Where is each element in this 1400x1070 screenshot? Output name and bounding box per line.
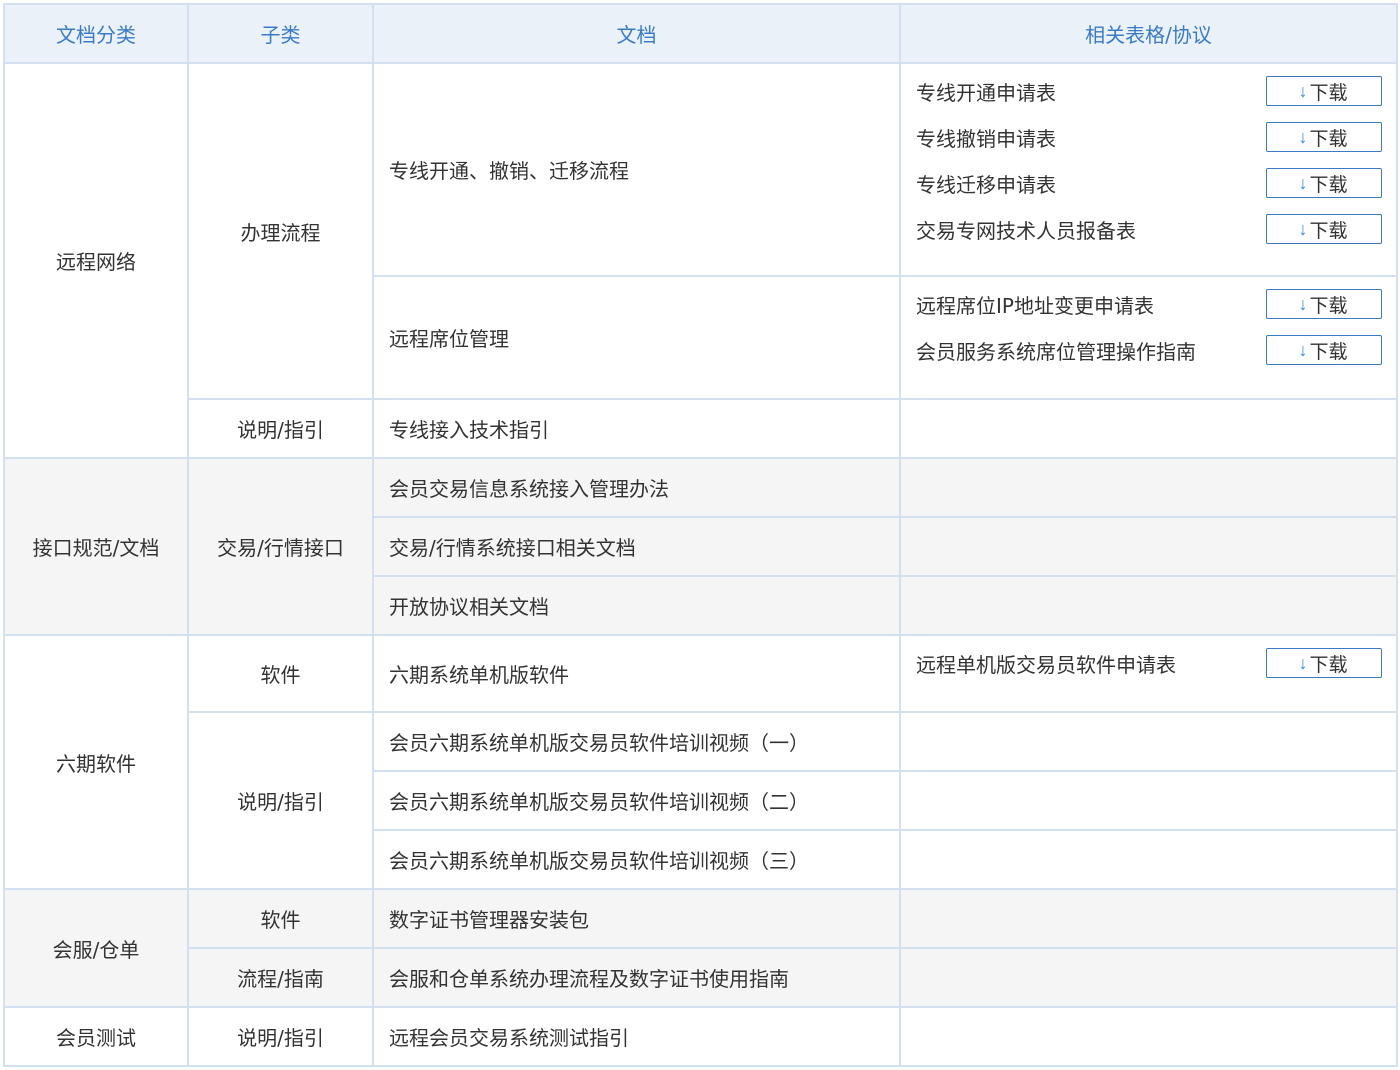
category-cell: 远程网络	[3, 62, 189, 459]
category-cell: 会员测试	[3, 1006, 189, 1067]
form-item: 专线开通申请表 ↓ 下载	[916, 68, 1382, 114]
subcategory-cell: 办理流程	[187, 62, 374, 400]
form-item: 远程席位IP地址变更申请表 ↓ 下载	[916, 281, 1382, 327]
form-name: 会员服务系统席位管理操作指南	[916, 339, 1196, 364]
download-label: 下载	[1309, 128, 1348, 150]
arrow-down-icon: ↓	[1298, 126, 1308, 147]
document-link[interactable]: 专线接入技术指引	[372, 398, 901, 459]
arrow-down-icon: ↓	[1298, 218, 1308, 239]
form-item: 专线迁移申请表 ↓ 下载	[916, 160, 1382, 206]
form-name: 专线迁移申请表	[916, 172, 1056, 197]
table-row: 接口规范/文档 交易/行情接口 会员交易信息系统接入管理办法	[3, 457, 1398, 636]
category-cell: 会服/仓单	[3, 888, 189, 1008]
forms-cell	[899, 711, 1398, 772]
document-link[interactable]: 会员六期系统单机版交易员软件培训视频（一）	[372, 711, 901, 772]
form-name: 专线开通申请表	[916, 80, 1056, 105]
arrow-down-icon: ↓	[1298, 172, 1308, 193]
download-button[interactable]: ↓ 下载	[1266, 168, 1382, 198]
table-row: 会员测试 说明/指引 远程会员交易系统测试指引	[3, 1006, 1398, 1067]
table-row: 说明/指引 专线接入技术指引	[4, 398, 1398, 459]
forms-cell	[899, 398, 1398, 459]
header-document: 文档	[372, 3, 901, 64]
subcategory-cell: 说明/指引	[187, 398, 374, 459]
subcategory-cell: 软件	[187, 888, 374, 949]
download-button[interactable]: ↓ 下载	[1266, 335, 1382, 365]
download-label: 下载	[1309, 654, 1348, 676]
arrow-down-icon: ↓	[1298, 652, 1308, 673]
forms-cell	[899, 829, 1398, 890]
forms-cell	[899, 457, 1398, 518]
subcategory-cell: 软件	[187, 634, 374, 713]
forms-cell	[899, 516, 1398, 577]
download-label: 下载	[1309, 341, 1348, 363]
download-button[interactable]: ↓ 下载	[1266, 648, 1382, 678]
arrow-down-icon: ↓	[1298, 80, 1308, 101]
download-label: 下载	[1309, 82, 1348, 104]
document-link[interactable]: 六期系统单机版软件	[372, 634, 901, 713]
document-link[interactable]: 数字证书管理器安装包	[372, 888, 901, 949]
document-link[interactable]: 会员交易信息系统接入管理办法	[372, 457, 901, 518]
form-name: 远程席位IP地址变更申请表	[916, 293, 1154, 318]
document-link[interactable]: 会服和仓单系统办理流程及数字证书使用指南	[372, 947, 901, 1008]
form-name: 远程单机版交易员软件申请表	[916, 652, 1176, 677]
document-link[interactable]: 会员六期系统单机版交易员软件培训视频（二）	[372, 770, 901, 831]
download-label: 下载	[1309, 174, 1348, 196]
document-link[interactable]: 远程会员交易系统测试指引	[372, 1006, 901, 1067]
subcategory-cell: 说明/指引	[187, 1006, 374, 1067]
form-item: 会员服务系统席位管理操作指南 ↓ 下载	[916, 327, 1382, 373]
table-row: 会服/仓单 软件 数字证书管理器安装包	[3, 888, 1398, 1008]
forms-cell	[899, 575, 1398, 636]
forms-cell: 专线开通申请表 ↓ 下载 专线撤销申请表 ↓ 下载 专线迁移申请表 ↓ 下载 交易专网…	[899, 62, 1398, 277]
header-subcategory: 子类	[187, 3, 374, 64]
header-forms: 相关表格/协议	[899, 3, 1398, 64]
arrow-down-icon: ↓	[1298, 293, 1308, 314]
table-row: 远程网络 办理流程 专线开通、撤销、迁移流程 专线开通申请表 ↓ 下载 专线撤销申…	[3, 62, 1398, 459]
forms-cell	[899, 888, 1398, 949]
document-link[interactable]: 交易/行情系统接口相关文档	[372, 516, 901, 577]
form-name: 专线撤销申请表	[916, 126, 1056, 151]
document-link[interactable]: 专线开通、撤销、迁移流程	[372, 62, 901, 277]
document-link[interactable]: 远程席位管理	[372, 275, 901, 400]
forms-cell	[899, 770, 1398, 831]
subcategory-cell: 交易/行情接口	[187, 457, 374, 636]
document-link[interactable]: 会员六期系统单机版交易员软件培训视频（三）	[372, 829, 901, 890]
forms-cell	[899, 947, 1398, 1008]
form-item: 交易专网技术人员报备表 ↓ 下载	[916, 206, 1382, 252]
forms-cell: 远程单机版交易员软件申请表 ↓ 下载	[899, 634, 1398, 713]
form-name: 交易专网技术人员报备表	[916, 218, 1136, 243]
table-row: 流程/指南 会服和仓单系统办理流程及数字证书使用指南	[4, 947, 1398, 1008]
table-row: 说明/指引 会员六期系统单机版交易员软件培训视频（一）	[4, 711, 1398, 890]
document-link[interactable]: 开放协议相关文档	[372, 575, 901, 636]
header-category: 文档分类	[3, 3, 189, 64]
download-button[interactable]: ↓ 下载	[1266, 289, 1382, 319]
forms-cell	[899, 1006, 1398, 1067]
download-label: 下载	[1309, 220, 1348, 242]
subcategory-cell: 说明/指引	[187, 711, 374, 890]
form-item: 专线撤销申请表 ↓ 下载	[916, 114, 1382, 160]
form-item: 远程单机版交易员软件申请表 ↓ 下载	[916, 640, 1382, 686]
documents-table: 文档分类 子类 文档 相关表格/协议 远程网络 办理流程 专线开通、撤销、迁移流…	[3, 3, 1398, 1067]
category-cell: 接口规范/文档	[3, 457, 189, 636]
table-header-row: 文档分类 子类 文档 相关表格/协议	[3, 3, 1398, 64]
download-button[interactable]: ↓ 下载	[1266, 76, 1382, 106]
table-row: 六期软件 软件 六期系统单机版软件 远程单机版交易员软件申请表 ↓ 下载	[3, 634, 1398, 890]
download-button[interactable]: ↓ 下载	[1266, 122, 1382, 152]
forms-cell: 远程席位IP地址变更申请表 ↓ 下载 会员服务系统席位管理操作指南 ↓ 下载	[899, 275, 1398, 400]
category-cell: 六期软件	[3, 634, 189, 890]
download-button[interactable]: ↓ 下载	[1266, 214, 1382, 244]
arrow-down-icon: ↓	[1298, 339, 1308, 360]
download-label: 下载	[1309, 295, 1348, 317]
subcategory-cell: 流程/指南	[187, 947, 374, 1008]
